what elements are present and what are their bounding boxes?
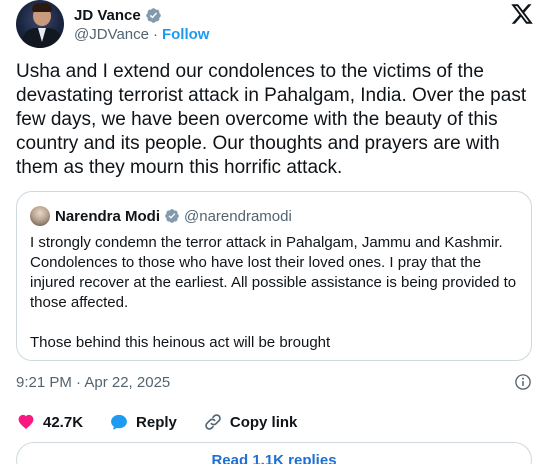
info-icon[interactable] — [514, 373, 532, 391]
quoted-tweet[interactable]: Narendra Modi @narendramodi I strongly c… — [16, 191, 532, 361]
author-name-row: JD Vance — [74, 5, 162, 25]
quoted-author-name: Narendra Modi — [55, 207, 161, 225]
author-handle[interactable]: @JDVance — [74, 26, 149, 43]
read-replies-button[interactable]: Read 1.1K replies — [16, 442, 532, 464]
copy-link-label: Copy link — [229, 413, 298, 431]
separator-dot: · — [152, 26, 158, 43]
heart-icon — [18, 414, 34, 430]
quoted-verified-badge-icon — [165, 209, 179, 223]
follow-button[interactable]: Follow — [162, 26, 210, 43]
reply-button[interactable]: Reply — [109, 412, 177, 432]
quoted-author-row: Narendra Modi @narendramodi — [55, 206, 292, 226]
tweet-header: JD Vance @JDVance · Follow — [14, 0, 544, 50]
x-logo-icon[interactable] — [509, 2, 535, 26]
author-handle-row: @JDVance · Follow — [74, 26, 209, 43]
author-display-name[interactable]: JD Vance — [74, 7, 141, 24]
tweet-actions: 42.7K Reply Copy link — [16, 411, 323, 433]
verified-badge-icon — [145, 7, 161, 23]
author-avatar[interactable] — [16, 0, 64, 48]
quoted-author-avatar — [30, 206, 50, 226]
like-count: 42.7K — [43, 413, 84, 431]
quoted-paragraph: I strongly condemn the terror attack in … — [30, 234, 517, 311]
quoted-paragraph: Those behind this heinous act will be br… — [30, 334, 331, 351]
reply-bubble-icon — [111, 414, 127, 430]
copy-link-button[interactable]: Copy link — [203, 412, 298, 432]
quoted-tweet-text: I strongly condemn the terror attack in … — [30, 233, 525, 353]
reply-label: Reply — [136, 413, 177, 431]
tweet-text: Usha and I extend our condolences to the… — [16, 61, 527, 178]
like-button[interactable]: 42.7K — [16, 412, 83, 432]
link-icon — [205, 414, 221, 430]
tweet-timestamp[interactable]: 9:21 PM · Apr 22, 2025 — [16, 374, 170, 391]
tweet-card: JD Vance @JDVance · Follow Usha and I ex… — [0, 0, 553, 464]
quoted-author-handle: @narendramodi — [184, 207, 292, 225]
tweet-meta: 9:21 PM · Apr 22, 2025 — [16, 372, 532, 392]
